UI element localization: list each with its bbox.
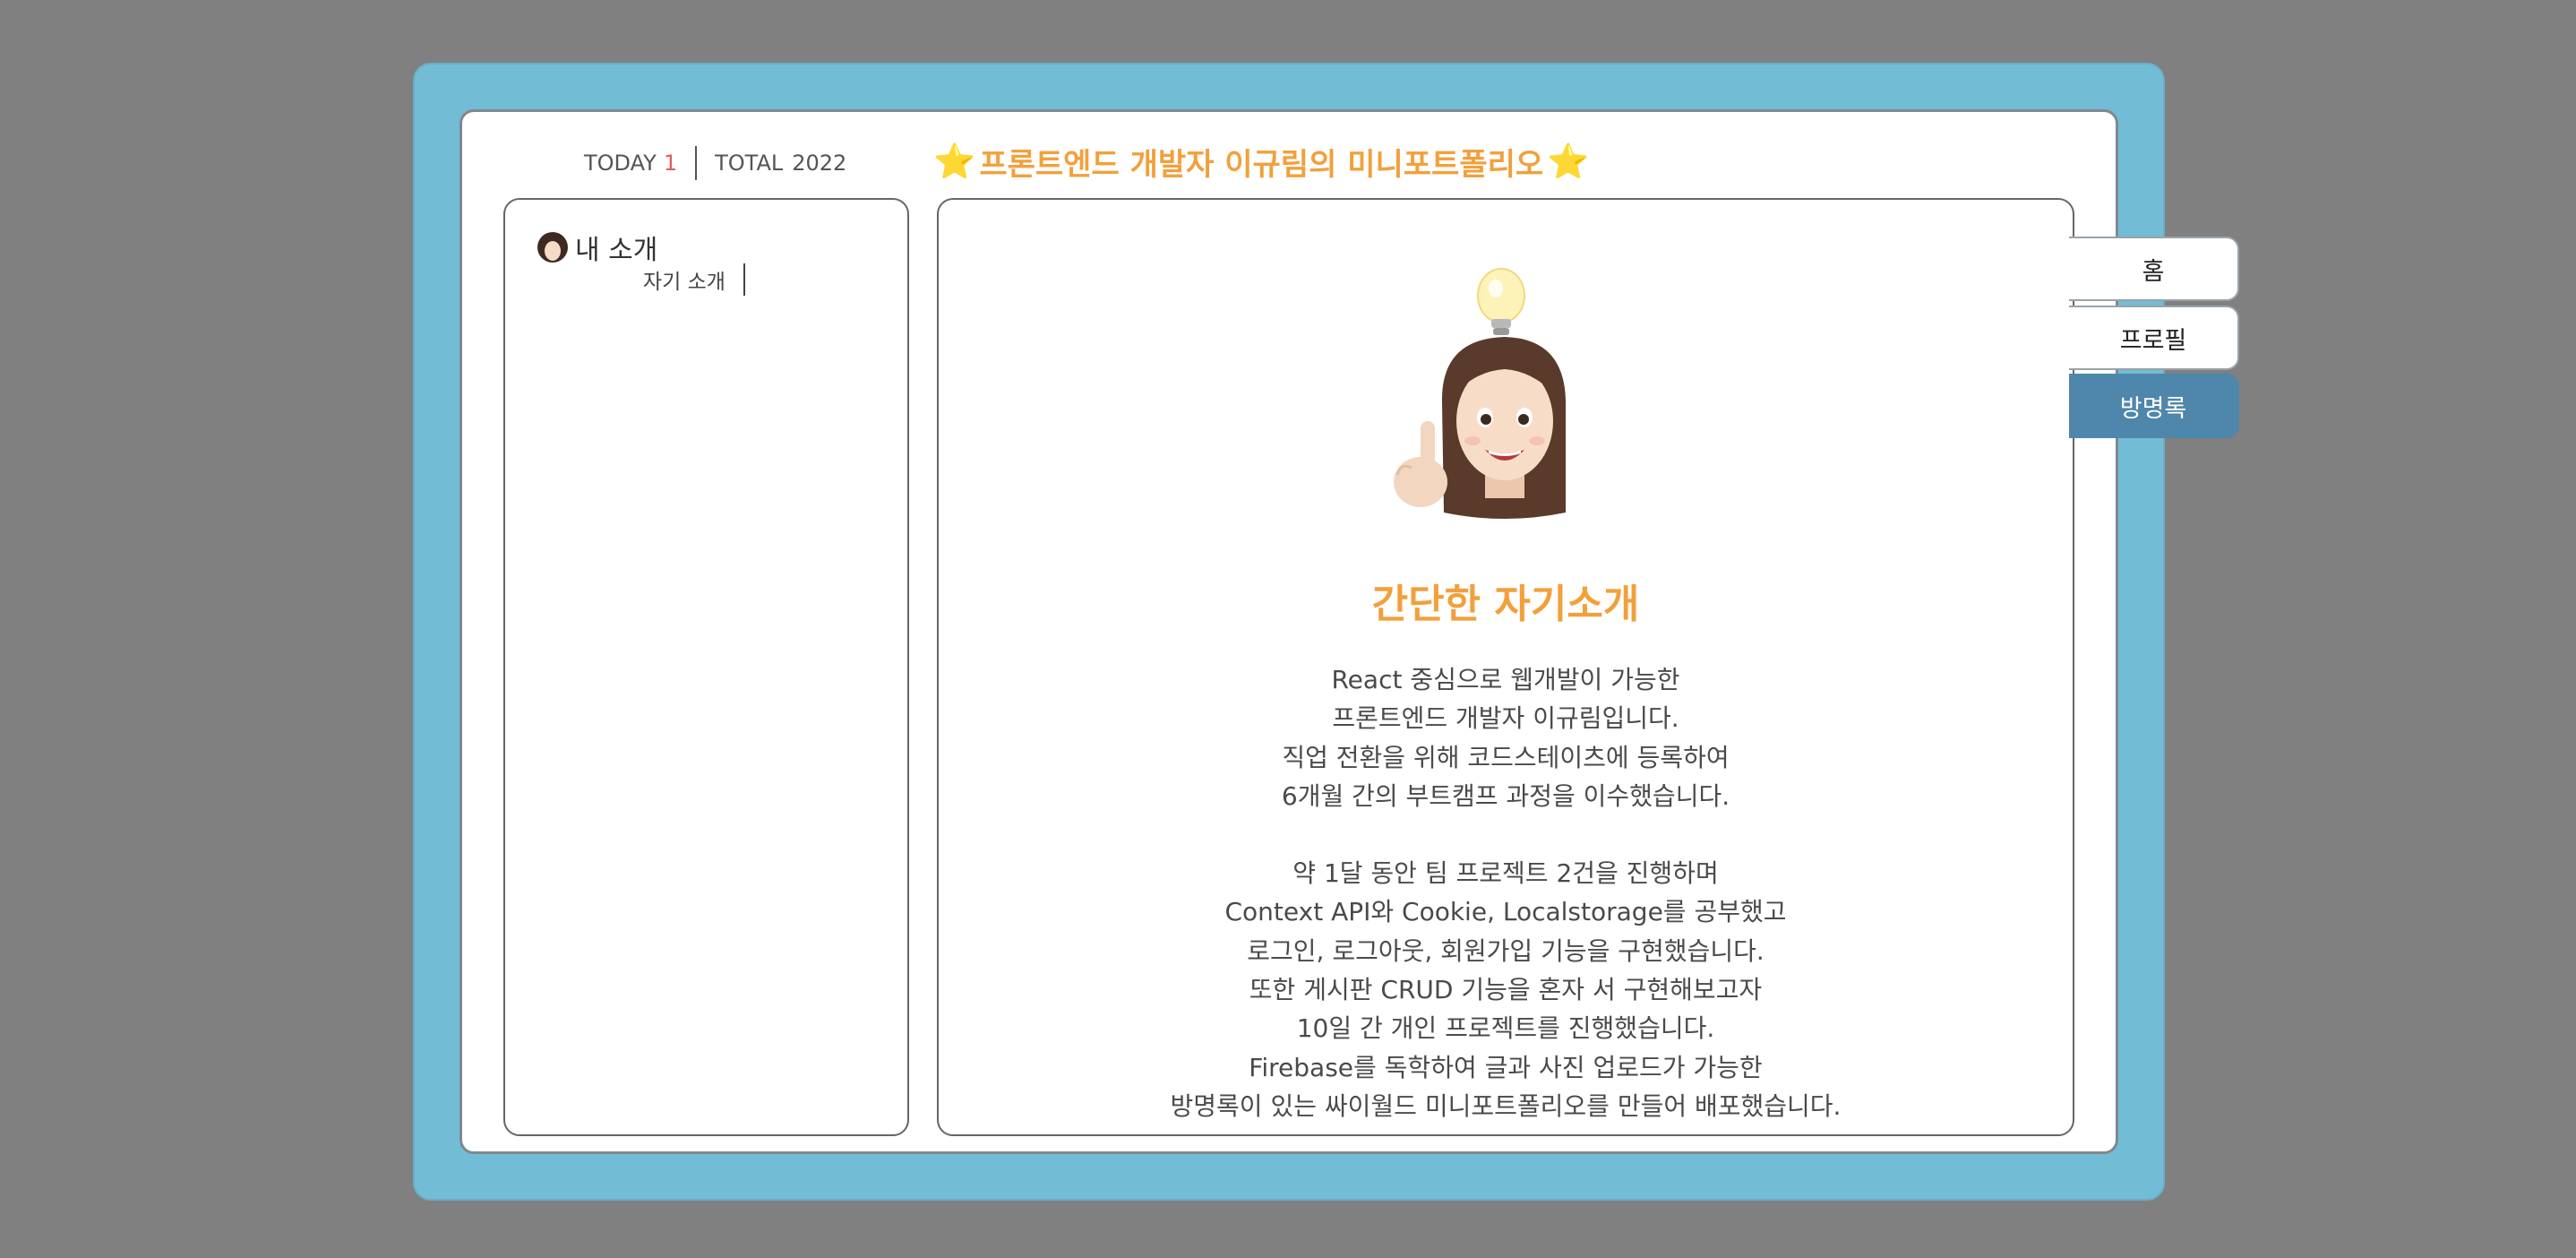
intro-line: Context API와 Cookie, Localstorage를 공부했고 <box>1224 897 1787 927</box>
menu-item-label: 자기 소개 <box>643 271 726 294</box>
intro-line: 또한 게시판 CRUD 기능을 혼자 서 구현해보고자 <box>1249 975 1763 1005</box>
star-icon: ⭐ <box>933 141 976 181</box>
intro-line: 로그인, 로그아웃, 회원가입 기능을 구현했습니다. <box>1247 935 1765 966</box>
sidebar-panel <box>503 198 909 1136</box>
visitor-counter: TODAY 1 TOTAL 2022 <box>584 146 846 180</box>
total-count: 2022 <box>792 151 847 176</box>
pointing-hand-icon <box>1394 421 1447 507</box>
menu-category[interactable]: 내 소개 <box>537 228 657 267</box>
counter-divider <box>695 146 698 180</box>
tab-profile-label: 프로필 <box>2119 326 2187 355</box>
menu-item-self-intro[interactable]: 자기 소개 <box>643 262 745 297</box>
tab-guestbook-label: 방명록 <box>2119 394 2187 423</box>
intro-line: 10일 간 개인 프로젝트를 진행했습니다. <box>1296 1013 1715 1044</box>
today-label: TODAY <box>584 151 657 176</box>
intro-line: React 중심으로 웹개발이 가능한 <box>1331 665 1680 694</box>
intro-text: React 중심으로 웹개발이 가능한 프론트엔드 개발자 이규림입니다. 직업… <box>937 660 2074 1125</box>
page-title-text: 프론트엔드 개발자 이규림의 미니포트폴리오 <box>979 146 1544 183</box>
tab-guestbook[interactable]: 방명록 <box>2069 374 2239 438</box>
page-title: ⭐ 프론트엔드 개발자 이규림의 미니포트폴리오 ⭐ <box>933 139 1590 184</box>
total-label: TOTAL <box>715 151 784 176</box>
intro-line: 방명록이 있는 싸이월드 미니포트폴리오를 만들어 배포했습니다. <box>1170 1090 1842 1121</box>
today-count: 1 <box>663 151 678 176</box>
memoji-avatar <box>1394 268 1567 519</box>
tab-profile[interactable]: 프로필 <box>2069 306 2239 370</box>
intro-line: 프론트엔드 개발자 이규림입니다. <box>1332 703 1679 734</box>
intro-heading: 간단한 자기소개 <box>1371 582 1640 627</box>
intro-line: Firebase를 독학하여 글과 사진 업로드가 가능한 <box>1249 1052 1763 1082</box>
star-icon: ⭐ <box>1547 141 1590 181</box>
intro-line: 약 1달 동안 팀 프로젝트 2건을 진행하며 <box>1292 858 1719 889</box>
tab-home[interactable]: 홈 <box>2069 237 2239 301</box>
woman-face-icon <box>537 232 568 263</box>
light-bulb-icon <box>1477 268 1525 335</box>
tab-home-label: 홈 <box>2142 257 2165 286</box>
intro-line: 직업 전환을 위해 코드스테이츠에 등록하여 <box>1282 742 1730 772</box>
text-cursor <box>743 263 745 296</box>
intro-line: 6개월 간의 부트캠프 과정을 이수했습니다. <box>1281 780 1730 811</box>
